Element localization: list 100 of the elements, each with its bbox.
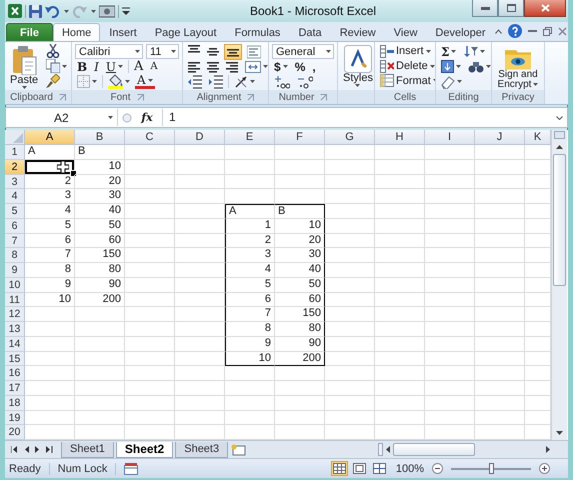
table-cell: 60 (75, 234, 125, 248)
row-header[interactable]: 3 (5, 174, 25, 190)
table-cell: 4 (25, 204, 75, 219)
ribbon-tab[interactable]: Formulas (226, 23, 290, 41)
table-cell: 80 (275, 322, 325, 337)
column-header[interactable]: C (125, 130, 175, 145)
percent-button[interactable]: % (292, 58, 308, 74)
table-cell: 2 (225, 234, 275, 248)
table-cell: 3 (225, 248, 275, 263)
table-cell: 9 (25, 278, 75, 292)
table-cell: 30 (75, 189, 125, 204)
column-header[interactable]: K (525, 130, 551, 145)
row-header[interactable]: 1 (5, 145, 25, 160)
table-cell: 40 (275, 263, 325, 278)
table-cell: 8 (225, 322, 275, 337)
comma-style-button[interactable]: , (310, 58, 318, 74)
ribbon-tab[interactable]: File (6, 23, 53, 41)
table-cell: 90 (275, 336, 325, 352)
row-header[interactable]: 2 (5, 160, 25, 174)
number-format-dropdown[interactable]: General (272, 44, 334, 59)
zoom-level[interactable]: 100% (396, 462, 424, 474)
table-cell: 5 (225, 278, 275, 292)
column-header[interactable]: J (475, 130, 525, 145)
ribbon-tab[interactable]: Insert (100, 23, 146, 41)
currency-button[interactable]: $ (272, 58, 290, 74)
ribbon-tab[interactable]: View (384, 23, 426, 41)
ribbon-tab[interactable]: Data (289, 23, 331, 41)
row-header[interactable]: 12 (5, 307, 25, 322)
status-text: Ready (9, 462, 50, 474)
row-header[interactable]: 4 (5, 189, 25, 204)
paste-button[interactable]: Paste (8, 44, 40, 90)
ribbon-tab[interactable]: Developer (426, 23, 495, 41)
row-header[interactable]: 17 (5, 381, 25, 396)
table-cell: 150 (75, 248, 125, 263)
table-cell: 200 (275, 352, 325, 366)
insert-function-button[interactable]: fx (136, 111, 158, 124)
row-header[interactable]: 15 (5, 352, 25, 366)
column-header[interactable]: D (175, 130, 225, 145)
row-header[interactable]: 13 (5, 322, 25, 337)
styles-button[interactable]: Styles (341, 44, 374, 90)
row-header[interactable]: 14 (5, 336, 25, 352)
row-header[interactable]: 7 (5, 234, 25, 248)
row-header[interactable]: 8 (5, 248, 25, 263)
row-header[interactable]: 9 (5, 263, 25, 278)
insert-button[interactable]: Insert (378, 44, 435, 59)
group-label: Cells (394, 90, 416, 104)
table-cell: 6 (25, 234, 75, 248)
font-size-dropdown[interactable]: 11 (146, 44, 179, 59)
table-cell: 50 (75, 218, 125, 234)
table-cell: 1 (225, 218, 275, 234)
table-cell: 7 (225, 307, 275, 322)
format-button[interactable]: Format (378, 73, 435, 88)
table-cell: A (25, 145, 75, 160)
row-header[interactable]: 11 (5, 292, 25, 308)
column-header[interactable]: H (375, 130, 425, 145)
sheet-tab[interactable]: Sheet2 (116, 442, 174, 458)
table-cell: 9 (225, 336, 275, 352)
status-text: Num Lock (58, 462, 116, 474)
column-header[interactable]: I (425, 130, 475, 145)
column-header[interactable]: B (75, 130, 125, 145)
column-header[interactable]: E (225, 130, 275, 145)
group-label: Clipboard (10, 90, 53, 104)
ribbon-tab[interactable]: Home (52, 23, 100, 41)
sign-and-encrypt-button[interactable]: Sign and Encrypt (495, 44, 541, 90)
table-cell: 80 (75, 263, 125, 278)
table-cell: B (75, 145, 125, 160)
underline-button[interactable]: U (104, 58, 126, 74)
group-label: Font (110, 90, 130, 104)
name-box[interactable]: A2 (6, 109, 118, 126)
ribbon-tab[interactable]: Review (330, 23, 385, 41)
ribbon-tab[interactable]: Page Layout (146, 23, 226, 41)
sheet-tab[interactable]: Sheet3 (175, 442, 228, 458)
table-cell: 10 (75, 160, 125, 174)
table-cell: 4 (225, 263, 275, 278)
row-header[interactable]: 20 (5, 425, 25, 440)
sheet-tab[interactable]: Sheet1 (61, 442, 114, 458)
table-cell: 20 (75, 174, 125, 190)
column-header[interactable]: A (25, 130, 75, 145)
table-cell: 10 (225, 352, 275, 366)
autosum-button[interactable]: Σ (439, 44, 458, 60)
row-header[interactable]: 16 (5, 366, 25, 381)
table-cell: 3 (25, 189, 75, 204)
row-header[interactable]: 5 (5, 204, 25, 219)
column-header[interactable]: F (275, 130, 325, 145)
row-header[interactable]: 18 (5, 396, 25, 410)
table-cell: A (225, 204, 275, 219)
italic-button[interactable]: I (92, 58, 101, 74)
grow-font-button[interactable]: A (132, 58, 146, 74)
group-label: Number (278, 90, 314, 104)
formula-field[interactable]: 1 (162, 109, 552, 126)
row-header[interactable]: 10 (5, 278, 25, 292)
font-name-dropdown[interactable]: Calibri (75, 44, 143, 59)
column-header[interactable]: G (325, 130, 375, 145)
table-cell: 10 (275, 218, 325, 234)
delete-button[interactable]: Delete (378, 58, 435, 74)
row-header[interactable]: 19 (5, 410, 25, 426)
table-cell: B (275, 204, 325, 219)
row-header[interactable]: 6 (5, 218, 25, 234)
shrink-font-button[interactable]: A (148, 58, 160, 74)
bold-button[interactable]: B (75, 58, 90, 74)
